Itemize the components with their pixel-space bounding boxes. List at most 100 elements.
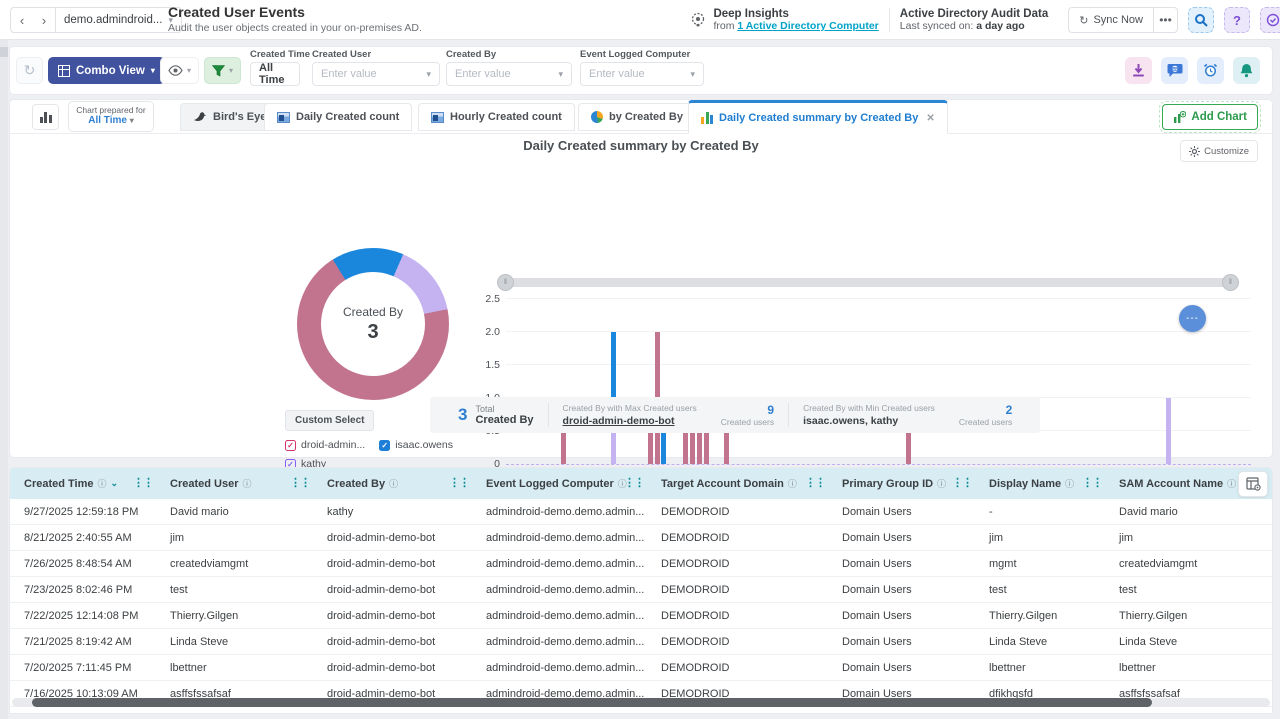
table-cell: DEMODROID [647,629,828,654]
nav-back-icon[interactable]: ‹ [11,8,33,32]
donut-chart[interactable]: Created By 3 [297,248,449,400]
created-by-filter[interactable]: Enter value▾ [446,62,572,86]
bar[interactable] [690,300,695,464]
alerts-button[interactable] [1233,57,1260,84]
sync-now-button[interactable]: ↻ Sync Now [1068,7,1154,33]
tenant-dropdown[interactable]: demo.admindroid... ▾ [55,8,181,32]
bar[interactable] [683,300,688,464]
chart-menu-fab[interactable]: --- [1179,305,1206,332]
sync-more-button[interactable]: ••• [1154,7,1178,33]
custom-select-button[interactable]: Custom Select [285,410,374,431]
bar[interactable] [697,300,702,464]
bar[interactable] [661,300,666,464]
column-header[interactable]: Target Account Domainⓘ⋮⋮ [647,468,828,499]
bar[interactable] [648,300,653,464]
sort-desc-icon[interactable]: ⌄ [111,478,119,489]
event-logged-computer-filter[interactable]: Enter value▾ [580,62,704,86]
table-row[interactable]: 7/23/2025 8:02:46 PMtestdroid-admin-demo… [10,577,1272,603]
column-resize-handle[interactable]: ⋮⋮ [1082,476,1102,489]
feedback-button[interactable] [1161,57,1188,84]
table-cell: Domain Users [828,577,975,602]
column-resize-handle[interactable]: ⋮⋮ [290,476,310,489]
bar[interactable] [1166,300,1171,464]
min-created-by-names: isaac.owens, kathy [803,415,935,427]
bar[interactable] [655,300,660,464]
table-cell: Linda Steve [156,629,313,654]
reset-filters-button[interactable]: ↻ [16,57,43,84]
table-row[interactable]: 7/22/2025 12:14:08 PMThierry.Gilgendroid… [10,603,1272,629]
table-cell: DEMODROID [647,577,828,602]
column-resize-handle[interactable]: ⋮⋮ [133,476,153,489]
ad-computer-link[interactable]: 1 Active Directory Computer [737,20,878,32]
table-cell: DEMODROID [647,499,828,524]
chart-list-button[interactable] [32,104,59,130]
column-header[interactable]: Event Logged Computerⓘ⋮⋮ [472,468,647,499]
filter-button[interactable]: ▾ [204,57,241,84]
bar[interactable] [704,300,709,464]
event-logged-computer-label: Event Logged Computer [580,49,704,60]
add-chart-button[interactable]: Add Chart [1162,104,1258,130]
slider-handle-left[interactable]: ‖ [497,274,514,291]
topbar-right: Deep Insights from 1 Active Directory Co… [689,0,1272,40]
table-cell: Domain Users [828,629,975,654]
created-user-filter[interactable]: Enter value▾ [312,62,440,86]
chart-prepared-for-button[interactable]: Chart prepared for All Time ▾ [68,101,154,132]
table-cell: Thierry.Gilgen [975,603,1105,628]
table-cell: kathy [313,499,472,524]
column-resize-handle[interactable]: ⋮⋮ [952,476,972,489]
audit-sync-status: Last synced on: a day ago [900,20,1048,32]
column-visibility-button[interactable]: ▾ [160,57,199,84]
bar-segment[interactable] [1166,398,1171,464]
tab-daily-created-summary[interactable]: Daily Created summary by Created By ✕ [688,100,948,134]
column-settings-button[interactable] [1238,471,1268,497]
view-mode-button[interactable]: Combo View ▾ [48,57,165,84]
column-header[interactable]: Created Timeⓘ⌄⋮⋮ [10,468,156,499]
column-header-label: Target Account Domain [661,478,784,490]
chart-thumbnail-icon [431,112,444,123]
column-header[interactable]: Primary Group IDⓘ⋮⋮ [828,468,975,499]
horizontal-scrollbar-thumb[interactable] [32,698,1152,707]
slider-handle-right[interactable]: ‖ [1222,274,1239,291]
table-row[interactable]: 7/20/2025 7:11:45 PMlbettnerdroid-admin-… [10,655,1272,681]
column-header[interactable]: Created Byⓘ⋮⋮ [313,468,472,499]
max-created-by-link[interactable]: droid-admin-demo-bot [563,415,697,427]
legend-item[interactable]: ✓ isaac.owens [379,439,453,451]
bar-segment[interactable] [611,332,616,398]
bar[interactable] [611,300,616,464]
legend-item[interactable]: ✓droid-admin... [285,439,365,451]
column-header[interactable]: SAM Account Nameⓘ⋮⋮ [1105,468,1257,499]
tasks-button[interactable] [1260,7,1280,33]
tab-daily-created-count[interactable]: Daily Created count [264,103,412,131]
table-row[interactable]: 9/27/2025 12:59:18 PMDavid mariokathyadm… [10,499,1272,525]
global-search-button[interactable] [1188,7,1214,33]
table-cell: Domain Users [828,499,975,524]
help-button[interactable]: ? [1224,7,1250,33]
table-cell: 7/21/2025 8:19:42 AM [10,629,156,654]
created-time-filter[interactable]: All Time [250,62,300,86]
legend-label: isaac.owens [395,439,453,451]
bar[interactable] [906,300,911,464]
legend-checkbox-icon[interactable]: ✓ [285,440,296,451]
column-resize-handle[interactable]: ⋮⋮ [624,476,644,489]
date-range-slider[interactable]: ‖ ‖ [506,278,1230,287]
legend-checkbox-icon[interactable]: ✓ [379,440,390,451]
table-cell: Thierry.Gilgen [156,603,313,628]
nav-forward-icon[interactable]: › [33,8,55,32]
tab-hourly-created-count[interactable]: Hourly Created count [418,103,575,131]
table-cell: admindroid-demo.demo.admin... [472,603,647,628]
horizontal-scrollbar-track[interactable] [12,698,1270,707]
created-user-label: Created User [312,49,440,60]
tab-by-created-by[interactable]: by Created By [578,103,696,131]
bar[interactable] [561,300,566,464]
table-row[interactable]: 7/21/2025 8:19:42 AMLinda Stevedroid-adm… [10,629,1272,655]
close-tab-icon[interactable]: ✕ [926,113,934,124]
bar[interactable] [724,300,729,464]
table-row[interactable]: 7/26/2025 8:48:54 AMcreatedviamgmtdroid-… [10,551,1272,577]
column-resize-handle[interactable]: ⋮⋮ [449,476,469,489]
schedule-button[interactable] [1197,57,1224,84]
export-button[interactable] [1125,57,1152,84]
column-header[interactable]: Created Userⓘ⋮⋮ [156,468,313,499]
table-row[interactable]: 8/21/2025 2:40:55 AMjimdroid-admin-demo-… [10,525,1272,551]
column-resize-handle[interactable]: ⋮⋮ [805,476,825,489]
column-header[interactable]: Display Nameⓘ⋮⋮ [975,468,1105,499]
